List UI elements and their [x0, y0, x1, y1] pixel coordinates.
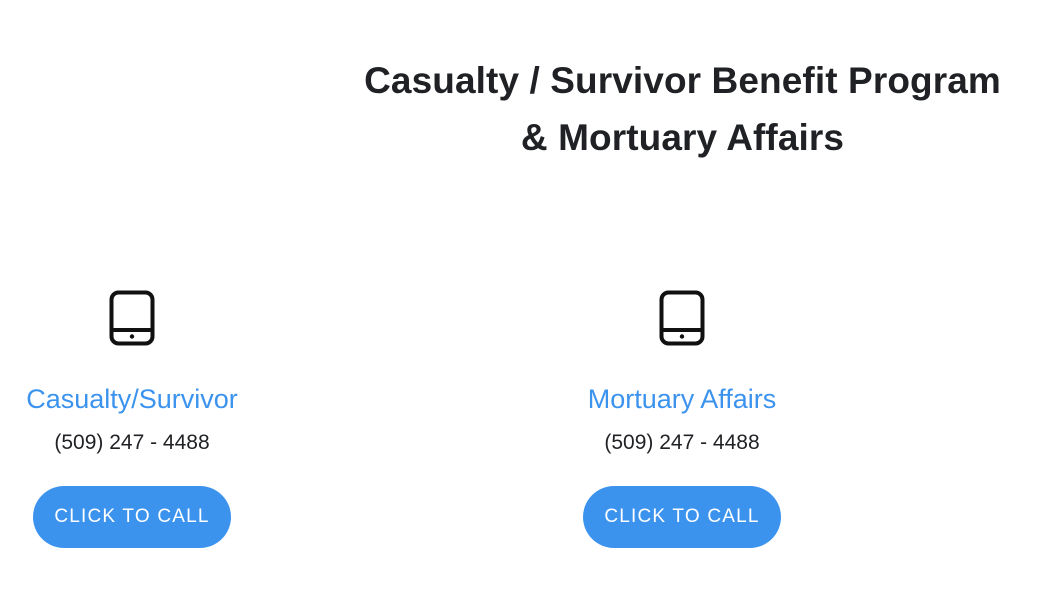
page-title: Casualty / Survivor Benefit Program & Mo… [330, 52, 1035, 166]
tablet-phone-icon [109, 290, 155, 346]
contact-title: Casualty/Survivor [26, 384, 238, 414]
contact-card-mortuary-affairs: Mortuary Affairs (509) 247 - 4488 CLICK … [551, 290, 813, 570]
tablet-phone-icon [659, 290, 705, 346]
click-to-call-button[interactable]: CLICK TO CALL [583, 486, 781, 548]
contact-title: Mortuary Affairs [587, 384, 777, 414]
page-title-line-2: & Mortuary Affairs [520, 117, 845, 158]
contact-phone-number: (509) 247 - 4488 [54, 431, 210, 454]
contact-phone-number: (509) 247 - 4488 [604, 431, 760, 454]
contact-card-casualty-survivor: Casualty/Survivor (509) 247 - 4488 CLICK… [1, 290, 263, 570]
page: Casualty / Survivor Benefit Program & Mo… [0, 0, 1048, 608]
page-title-line-1: Casualty / Survivor Benefit Program [364, 60, 1001, 101]
click-to-call-button[interactable]: CLICK TO CALL [33, 486, 231, 548]
